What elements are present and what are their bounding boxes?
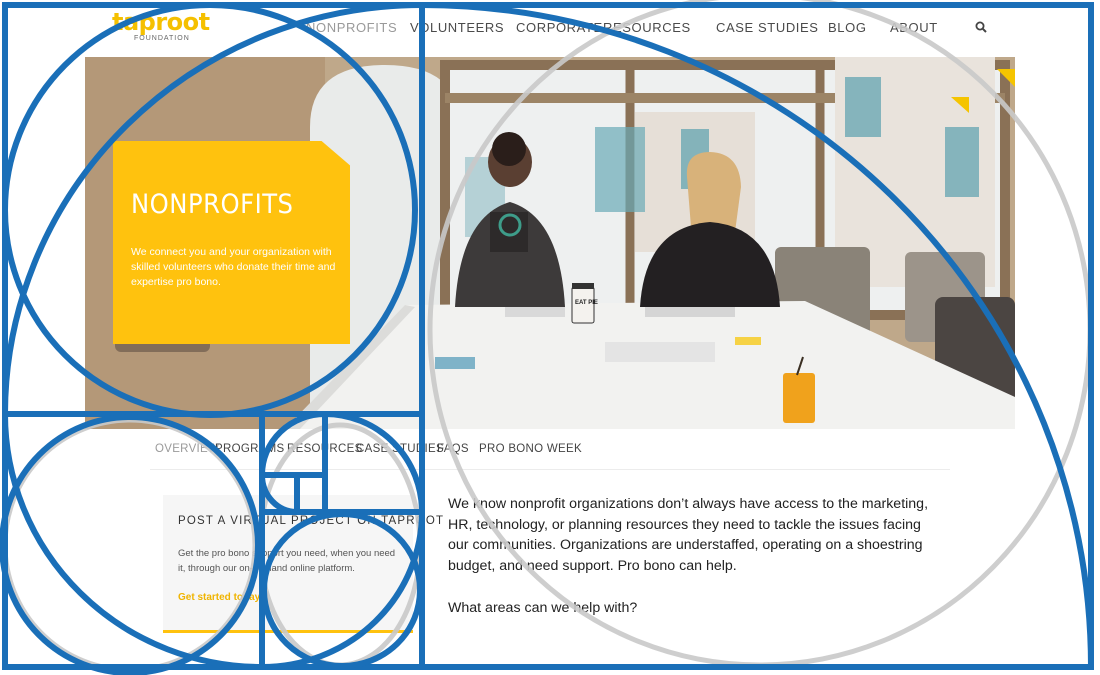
tab-case-studies[interactable]: CASE STUDIES	[356, 443, 444, 455]
virtual-project-card: POST A VIRTUAL PROJECT ON TAPROOT Get th…	[163, 495, 443, 633]
tab-faqs[interactable]: FAQS	[437, 443, 469, 455]
tab-overview[interactable]: OVERVIEW	[155, 443, 219, 455]
tab-pro-bono-week[interactable]: PRO BONO WEEK	[479, 443, 582, 455]
section-tabs: OVERVIEW PROGRAMS RESOURCES CASE STUDIES…	[0, 443, 1100, 459]
tab-programs[interactable]: PROGRAMS	[215, 443, 285, 455]
main-nav: NONPROFITS VOLUNTEERS CORPORATE RESOURCE…	[0, 20, 1100, 36]
nav-item-corporate[interactable]: CORPORATE	[516, 20, 603, 35]
get-started-link[interactable]: Get started today	[178, 592, 260, 603]
intro-paragraph: We know nonprofit organizations don’t al…	[448, 496, 929, 574]
hero-card: NONPROFITS We connect you and your organ…	[113, 141, 350, 344]
card-heading: POST A VIRTUAL PROJECT ON TAPROOT	[178, 515, 445, 527]
nav-item-resources[interactable]: RESOURCES	[603, 20, 691, 35]
nav-item-blog[interactable]: BLOG	[828, 20, 867, 35]
nav-item-nonprofits[interactable]: NONPROFITS	[306, 20, 397, 35]
search-icon[interactable]	[975, 21, 987, 33]
nav-item-case-studies[interactable]: CASE STUDIES	[716, 20, 819, 35]
nav-item-about[interactable]: ABOUT	[890, 20, 938, 35]
cup-label: EAT PIE	[575, 300, 598, 306]
tab-resources[interactable]: RESOURCES	[287, 443, 363, 455]
tabs-divider	[150, 469, 950, 470]
hero-title: NONPROFITS	[131, 189, 294, 220]
help-question: What areas can we help with?	[448, 600, 638, 616]
hero-description: We connect you and your organization wit…	[131, 246, 336, 288]
card-description: Get the pro bono support you need, when …	[178, 548, 396, 574]
nav-item-volunteers[interactable]: VOLUNTEERS	[410, 20, 504, 35]
